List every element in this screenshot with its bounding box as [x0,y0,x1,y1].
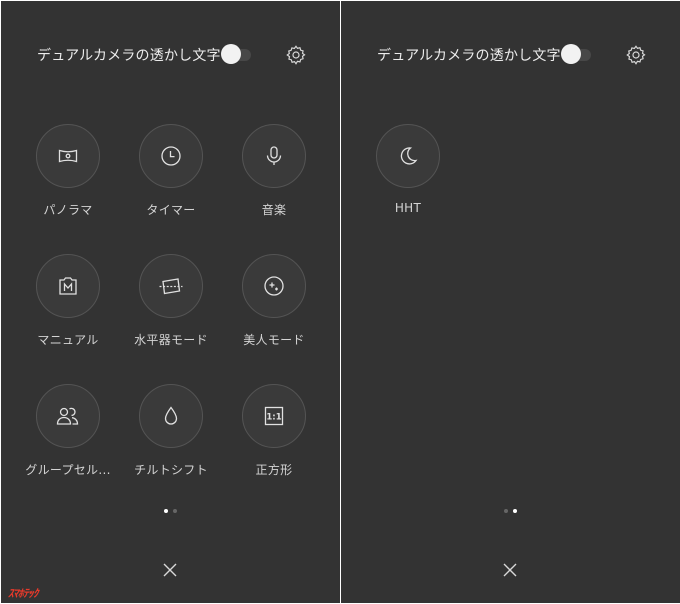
mode-button-music[interactable] [242,124,306,188]
mode-tile-beauty[interactable]: 美人モード [229,254,319,348]
mode-grid: HHT [341,1,680,501]
mode-button-tilt-shift[interactable] [139,384,203,448]
mode-label: 音楽 [261,203,287,217]
mode-button-timer[interactable] [139,124,203,188]
screenshot-frame: デュアルカメラの透かし文字 パノラマ タイマー 音楽 マニュアル 水平器モード … [0,0,680,604]
mode-tile-manual[interactable]: マニュアル [23,254,113,348]
beauty-icon [264,276,284,296]
mode-button-manual[interactable] [36,254,100,318]
mode-tile-hht[interactable]: HHT [363,124,453,215]
tilt-shift-icon [164,406,178,425]
square-icon: 1:1 [264,406,284,426]
mode-label: パノラマ [43,203,93,217]
mode-label: 美人モード [243,333,305,347]
level-icon [159,278,183,295]
mode-button-square[interactable]: 1:1 [242,384,306,448]
mode-label: 正方形 [255,463,293,477]
mode-tile-level[interactable]: 水平器モード [126,254,216,348]
microphone-icon [266,146,282,165]
mode-label: チルトシフト [134,463,208,477]
mode-button-hht[interactable] [376,124,440,188]
mode-button-group-selfie[interactable] [36,384,100,448]
mode-label: HHT [394,201,422,215]
timer-icon [161,146,181,166]
page-indicator [162,509,182,515]
square-icon-glyph: 1:1 [266,413,281,423]
mode-label: 水平器モード [134,333,208,347]
panorama-icon [58,149,78,163]
mode-button-beauty[interactable] [242,254,306,318]
manual-icon [59,277,77,295]
mode-label: マニュアル [37,333,99,347]
mode-button-panorama[interactable] [36,124,100,188]
moon-icon [400,147,418,165]
page-dot-active [513,509,517,513]
page-dot [504,509,508,513]
close-icon[interactable] [501,561,519,579]
mode-grid: パノラマ タイマー 音楽 マニュアル 水平器モード 美人モード グループセル..… [1,1,340,501]
mode-tile-timer[interactable]: タイマー [126,124,216,218]
site-watermark-logo: ｽﾏﾎﾃｯｸ [8,587,39,600]
close-icon[interactable] [161,561,179,579]
mode-tile-panorama[interactable]: パノラマ [23,124,113,218]
mode-tile-music[interactable]: 音楽 [229,124,319,218]
page-dot [173,509,177,513]
mode-label: グループセル... [25,463,111,477]
mode-panel-page-2: デュアルカメラの透かし文字 HHT [341,1,680,603]
mode-tile-group-selfie[interactable]: グループセル... [23,384,113,478]
mode-tile-square[interactable]: 1:1 正方形 [229,384,319,478]
mode-tile-tilt-shift[interactable]: チルトシフト [126,384,216,478]
mode-panel-page-1: デュアルカメラの透かし文字 パノラマ タイマー 音楽 マニュアル 水平器モード … [1,1,340,603]
group-selfie-icon [56,407,79,425]
mode-button-level[interactable] [139,254,203,318]
mode-label: タイマー [146,203,196,217]
page-indicator [502,509,522,515]
page-dot-active [164,509,168,513]
